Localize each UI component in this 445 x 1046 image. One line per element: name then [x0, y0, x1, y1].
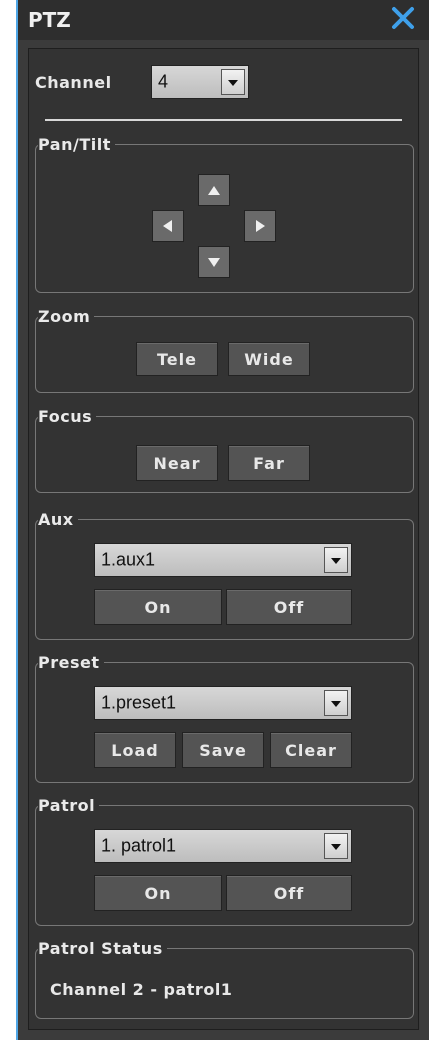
patrol-legend: Patrol	[38, 796, 96, 815]
arrow-right-icon[interactable]	[244, 210, 276, 242]
zoom-wide-button[interactable]: Wide	[228, 342, 310, 376]
zoom-legend: Zoom	[38, 307, 91, 326]
dropdown-arrow-icon[interactable]	[324, 833, 348, 859]
divider	[45, 119, 402, 121]
focus-legend: Focus	[38, 407, 93, 426]
channel-label: Channel	[35, 73, 112, 92]
zoom-tele-button[interactable]: Tele	[136, 342, 218, 376]
preset-legend: Preset	[38, 653, 100, 672]
patrol-status-group: Patrol Status Channel 2 - patrol1	[35, 939, 414, 1019]
patrol-group: Patrol 1. patrol1 On Off	[35, 796, 414, 926]
preset-group: Preset 1.preset1 Load Save Clear	[35, 653, 414, 783]
channel-select[interactable]: 4	[151, 65, 249, 99]
arrow-down-icon[interactable]	[198, 246, 230, 278]
aux-legend: Aux	[38, 510, 74, 529]
focus-near-button[interactable]: Near	[136, 445, 218, 481]
ptz-panel: PTZ Channel 4 Pan/Tilt Zoom Tele Wide Fo…	[16, 0, 429, 1040]
close-icon[interactable]	[389, 4, 417, 32]
patrol-select[interactable]: 1. patrol1	[94, 829, 352, 863]
aux-group: Aux 1.aux1 On Off	[35, 510, 414, 640]
title-bar: PTZ	[18, 0, 429, 40]
patrol-on-button[interactable]: On	[94, 875, 222, 911]
zoom-group: Zoom Tele Wide	[35, 307, 414, 393]
preset-save-button[interactable]: Save	[182, 732, 264, 768]
aux-on-button[interactable]: On	[94, 589, 222, 625]
focus-far-button[interactable]: Far	[228, 445, 310, 481]
arrow-left-icon[interactable]	[152, 210, 184, 242]
panel-body: Channel 4 Pan/Tilt Zoom Tele Wide Focus …	[28, 48, 419, 1030]
aux-select-value: 1.aux1	[101, 549, 156, 570]
panel-title: PTZ	[28, 8, 71, 32]
pan-tilt-legend: Pan/Tilt	[38, 135, 111, 154]
focus-group: Focus Near Far	[35, 407, 414, 493]
preset-select-value: 1.preset1	[101, 692, 177, 713]
dropdown-arrow-icon[interactable]	[221, 69, 245, 95]
patrol-select-value: 1. patrol1	[101, 835, 177, 856]
aux-off-button[interactable]: Off	[226, 589, 352, 625]
preset-select[interactable]: 1.preset1	[94, 686, 352, 720]
preset-load-button[interactable]: Load	[94, 732, 176, 768]
patrol-status-text: Channel 2 - patrol1	[50, 980, 233, 999]
channel-select-value: 4	[158, 71, 169, 92]
patrol-status-legend: Patrol Status	[38, 939, 163, 958]
arrow-up-icon[interactable]	[198, 174, 230, 206]
dropdown-arrow-icon[interactable]	[324, 690, 348, 716]
preset-clear-button[interactable]: Clear	[270, 732, 352, 768]
dropdown-arrow-icon[interactable]	[324, 547, 348, 573]
aux-select[interactable]: 1.aux1	[94, 543, 352, 577]
patrol-off-button[interactable]: Off	[226, 875, 352, 911]
pan-tilt-group: Pan/Tilt	[35, 135, 414, 293]
